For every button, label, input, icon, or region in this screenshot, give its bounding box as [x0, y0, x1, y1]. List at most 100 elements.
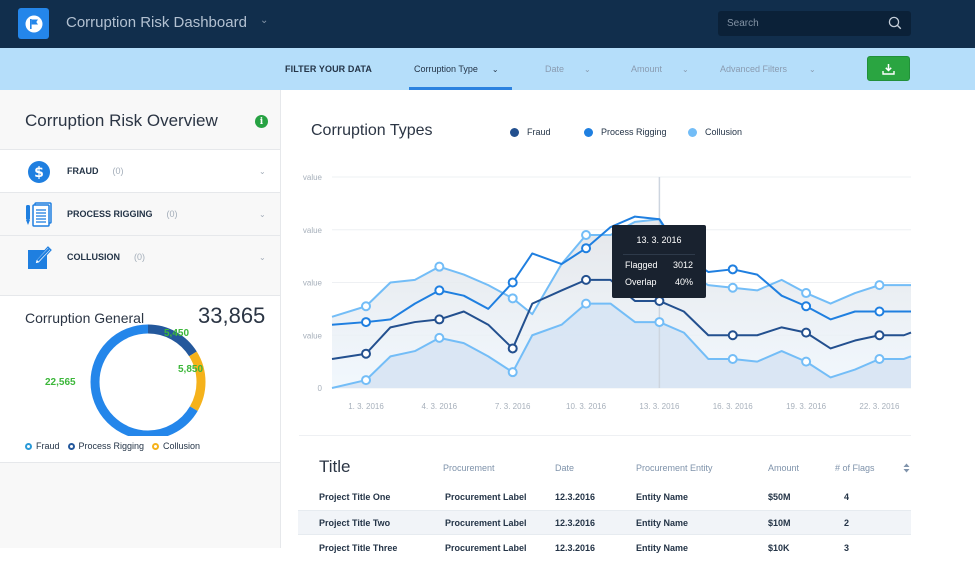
data-point[interactable]: [581, 230, 592, 241]
filter-label-text: Advanced Filters: [720, 64, 788, 74]
x-tick-label: 19. 3. 2016: [786, 402, 827, 411]
download-icon: [882, 63, 895, 75]
y-tick-label: value: [303, 173, 323, 182]
x-tick-label: 4. 3. 2016: [422, 402, 458, 411]
cell-title: Project Title Three: [319, 543, 398, 553]
cell-flags: 2: [844, 518, 850, 528]
data-point[interactable]: [801, 356, 812, 367]
x-tick-label: 1. 3. 2016: [348, 402, 384, 411]
cell-date: 12.3.2016: [555, 492, 596, 502]
data-point[interactable]: [727, 353, 738, 364]
data-point[interactable]: [874, 306, 885, 317]
column-header-entity[interactable]: Procurement Entity: [636, 463, 713, 473]
data-point[interactable]: [581, 243, 592, 254]
data-point[interactable]: [434, 314, 445, 325]
sidebar-item-process-rigging[interactable]: PROCESS RIGGING (0) ⌄: [0, 192, 280, 235]
data-point[interactable]: [581, 274, 592, 285]
search-icon[interactable]: [888, 16, 902, 30]
app-title[interactable]: Corruption Risk Dashboard: [66, 14, 247, 31]
data-point[interactable]: [434, 261, 445, 272]
main-panel: Corruption Types Fraud Process Rigging C…: [282, 90, 975, 553]
filter-label: FILTER YOUR DATA: [285, 64, 372, 74]
sidebar-header: Corruption Risk Overview i: [0, 90, 280, 150]
y-tick-label: value: [303, 226, 323, 235]
x-tick-label: 22. 3. 2016: [859, 402, 900, 411]
info-icon[interactable]: i: [255, 115, 268, 128]
cell-entity: Entity Name: [636, 492, 689, 502]
cell-entity: Entity Name: [636, 543, 689, 553]
data-point[interactable]: [874, 353, 885, 364]
filter-label-text: Corruption Type: [414, 64, 478, 74]
data-point[interactable]: [507, 343, 518, 354]
y-tick-label: value: [303, 331, 323, 340]
data-point[interactable]: [361, 375, 371, 386]
data-point[interactable]: [507, 293, 518, 304]
x-tick-label: 13. 3. 2016: [639, 402, 680, 411]
chevron-down-icon: ⌄: [259, 252, 266, 262]
tooltip-value: 3012: [672, 260, 693, 270]
table-row[interactable]: Project Title One Procurement Label 12.3…: [298, 485, 911, 510]
filter-corruption-type[interactable]: Corruption Type ⌄: [409, 48, 512, 90]
chevron-down-icon[interactable]: ⌄: [260, 15, 268, 26]
data-point[interactable]: [361, 317, 371, 328]
data-point[interactable]: [727, 282, 738, 293]
data-point[interactable]: [654, 317, 665, 328]
chevron-down-icon: ⌄: [491, 64, 499, 74]
data-point[interactable]: [507, 367, 518, 378]
x-tick-label: 7. 3. 2016: [495, 402, 531, 411]
data-point[interactable]: [727, 264, 738, 275]
chevron-down-icon: ⌄: [259, 166, 266, 176]
column-header-amount[interactable]: Amount: [768, 463, 799, 473]
category-count: (0): [166, 209, 178, 219]
filter-advanced[interactable]: Advanced Filters ⌄: [720, 48, 816, 90]
tooltip-date: 13. 3. 2016: [636, 235, 682, 245]
donut-label-fraud: 22,565: [45, 377, 76, 388]
data-point[interactable]: [361, 301, 371, 312]
dollar-icon: $: [28, 161, 50, 183]
cell-flags: 4: [844, 492, 850, 502]
cell-entity: Entity Name: [636, 518, 689, 528]
sidebar-item-fraud[interactable]: $ FRAUD (0) ⌄: [0, 149, 280, 192]
data-point[interactable]: [874, 280, 885, 291]
cell-flags: 3: [844, 543, 850, 553]
data-point[interactable]: [361, 348, 371, 359]
column-header-procurement[interactable]: Procurement: [443, 463, 495, 473]
y-tick-label: value: [303, 279, 323, 288]
table-row[interactable]: Project Title Three Procurement Label 12…: [298, 536, 911, 561]
search-input[interactable]: [718, 11, 878, 36]
chevron-down-icon: ⌄: [682, 64, 689, 74]
data-point[interactable]: [801, 288, 812, 299]
data-point[interactable]: [434, 285, 445, 296]
cell-procurement: Procurement Label: [445, 543, 527, 553]
y-tick-label: 0: [318, 384, 323, 393]
tooltip-label: Overlap: [625, 277, 657, 287]
filter-amount[interactable]: Amount ⌄: [631, 48, 689, 90]
chevron-down-icon: ⌄: [584, 64, 591, 74]
search-box: [718, 11, 911, 36]
donut-label-process-rigging: 5,450: [164, 328, 190, 339]
data-point[interactable]: [801, 327, 812, 338]
download-button[interactable]: [867, 56, 910, 81]
data-point[interactable]: [727, 330, 738, 341]
column-header-flags[interactable]: # of Flags: [835, 463, 875, 473]
sidebar-item-collusion[interactable]: COLLUSION (0) ⌄: [0, 235, 280, 278]
category-count: (0): [112, 166, 124, 176]
data-point[interactable]: [581, 298, 592, 309]
app-logo[interactable]: [18, 8, 49, 39]
data-point[interactable]: [874, 330, 885, 341]
sort-icon[interactable]: [903, 463, 910, 473]
data-point[interactable]: [507, 277, 518, 288]
table-row[interactable]: Project Title Two Procurement Label 12.3…: [298, 510, 911, 535]
table-title: Title: [319, 457, 351, 476]
data-point[interactable]: [434, 332, 445, 343]
data-point[interactable]: [801, 301, 812, 312]
cell-procurement: Procurement Label: [445, 518, 527, 528]
chevron-down-icon: ⌄: [809, 64, 816, 74]
edit-pen-icon: [28, 246, 52, 269]
ring-icon: [67, 443, 75, 450]
corruption-general-card: Corruption General 33,865 5,450 5,850 22…: [0, 295, 280, 463]
data-point[interactable]: [654, 295, 665, 306]
filter-date[interactable]: Date ⌄: [545, 48, 591, 90]
column-header-date[interactable]: Date: [555, 463, 574, 473]
category-count: (0): [134, 252, 145, 262]
